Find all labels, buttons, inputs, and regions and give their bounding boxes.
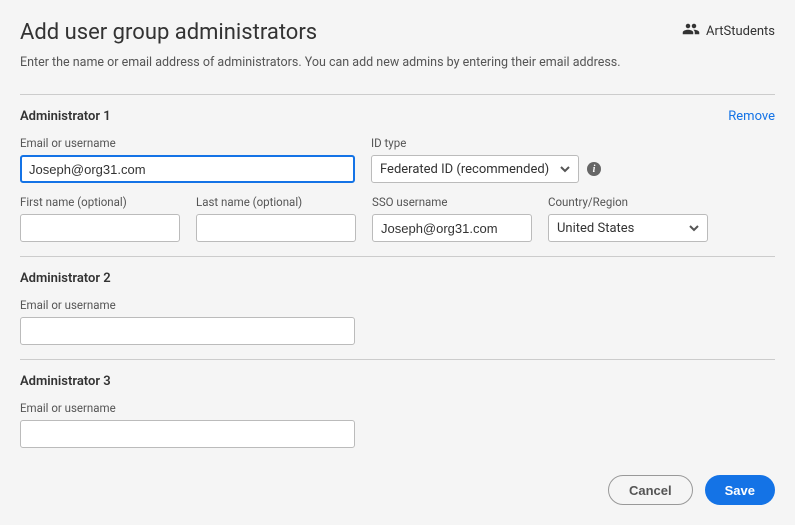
lastname-label: Last name (optional) (196, 195, 356, 209)
firstname-label: First name (optional) (20, 195, 180, 209)
admin2-section: Administrator 2 Email or username (20, 256, 775, 345)
users-icon (682, 20, 700, 42)
chevron-down-icon (560, 164, 570, 174)
email-label: Email or username (20, 298, 355, 312)
subtitle: Enter the name or email address of admin… (20, 55, 775, 70)
idtype-label: ID type (371, 136, 601, 150)
admin1-email-input[interactable] (20, 155, 355, 183)
info-icon[interactable]: i (587, 162, 601, 176)
admin3-label: Administrator 3 (20, 374, 111, 389)
admin3-section: Administrator 3 Email or username (20, 359, 775, 448)
admin1-firstname-input[interactable] (20, 214, 180, 242)
group-badge: ArtStudents (682, 20, 775, 42)
idtype-value: Federated ID (recommended) (380, 162, 549, 177)
admin1-idtype-select[interactable]: Federated ID (recommended) (371, 155, 579, 183)
admin3-email-input[interactable] (20, 420, 355, 448)
country-label: Country/Region (548, 195, 708, 209)
save-button[interactable]: Save (705, 475, 775, 505)
admin1-label: Administrator 1 (20, 109, 111, 124)
chevron-down-icon (689, 223, 699, 233)
email-label: Email or username (20, 136, 355, 150)
sso-label: SSO username (372, 195, 532, 209)
email-label: Email or username (20, 401, 355, 415)
footer-buttons: Cancel Save (608, 475, 775, 505)
remove-link[interactable]: Remove (728, 109, 775, 124)
admin1-country-select[interactable]: United States (548, 214, 708, 242)
admin1-lastname-input[interactable] (196, 214, 356, 242)
group-name: ArtStudents (706, 24, 775, 39)
admin1-section: Administrator 1 Remove Email or username… (20, 94, 775, 242)
admin1-sso-input[interactable] (372, 214, 532, 242)
cancel-button[interactable]: Cancel (608, 475, 693, 505)
page-title: Add user group administrators (20, 20, 317, 45)
country-value: United States (557, 221, 634, 236)
admin2-label: Administrator 2 (20, 271, 111, 286)
admin2-email-input[interactable] (20, 317, 355, 345)
